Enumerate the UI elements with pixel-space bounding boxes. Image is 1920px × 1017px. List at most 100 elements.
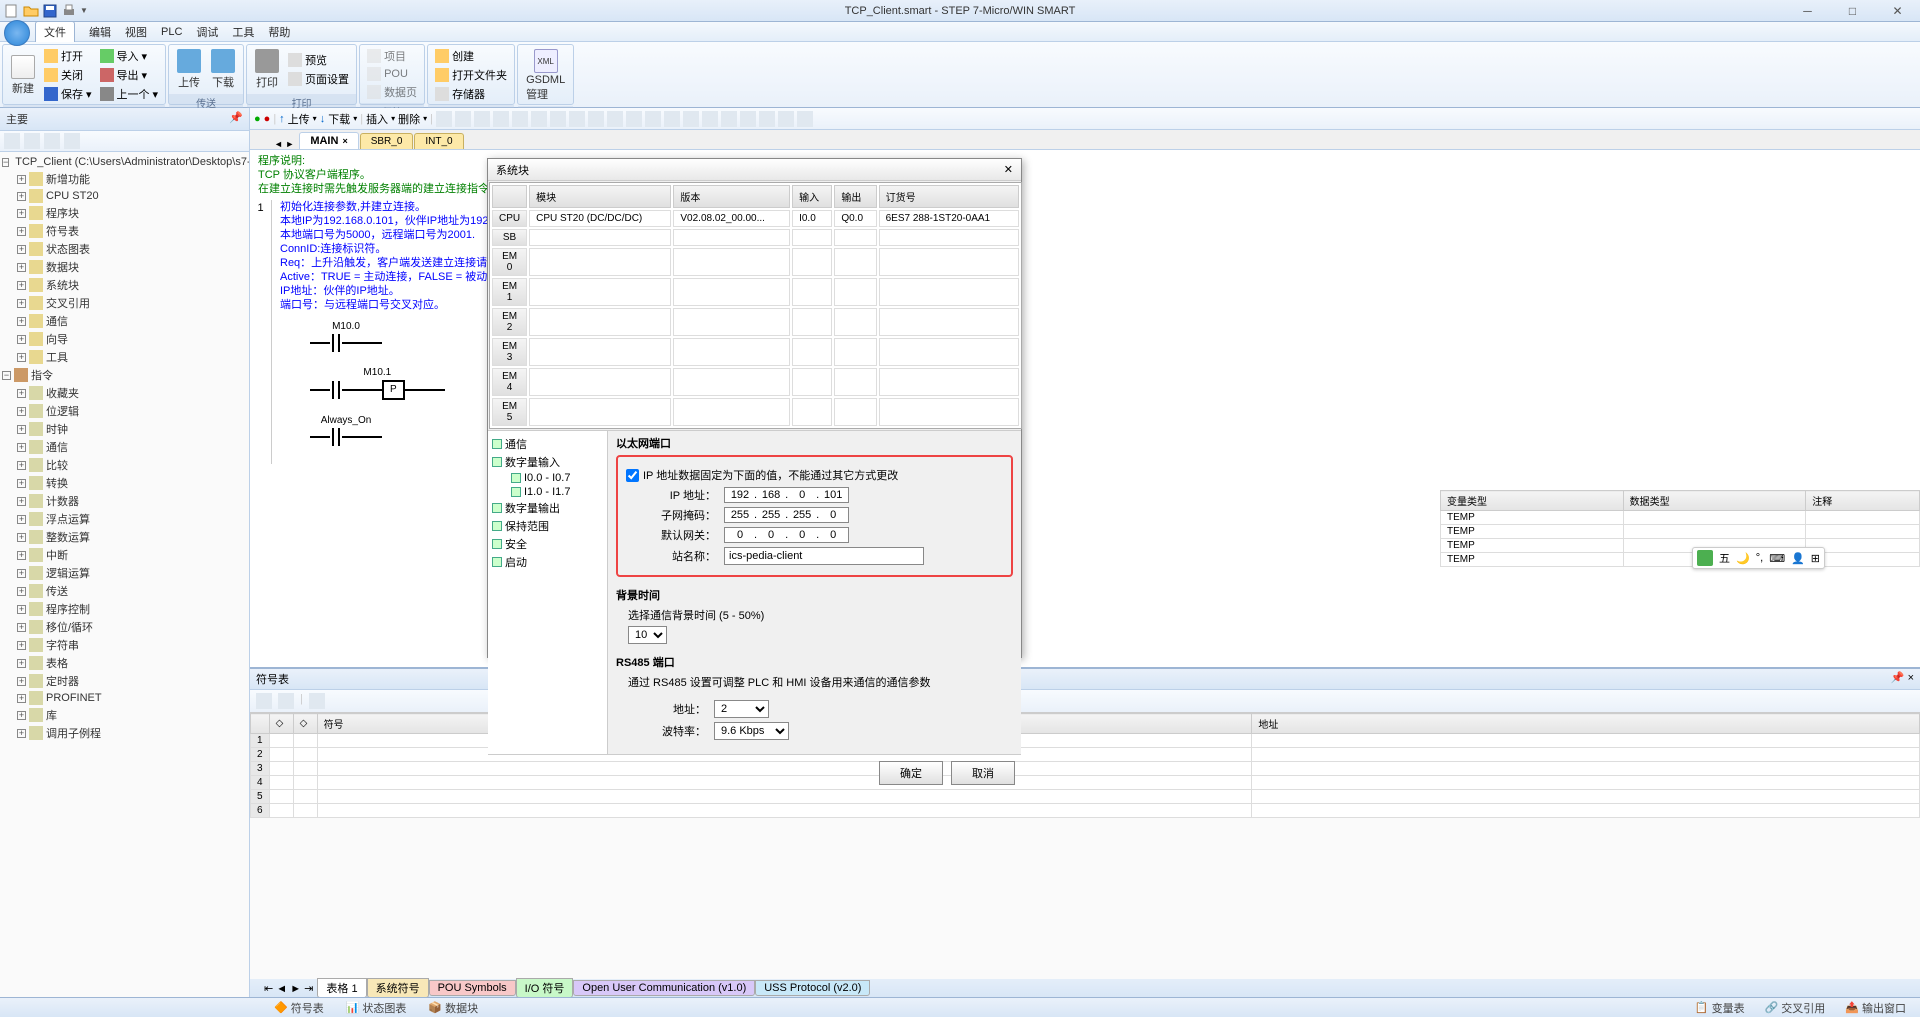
status-xref[interactable]: 🔗交叉引用 — [1759, 1000, 1832, 1016]
tree-item[interactable]: +向导 — [2, 330, 247, 348]
tb-icon[interactable] — [778, 111, 794, 127]
tree-item[interactable]: +交叉引用 — [2, 294, 247, 312]
ip-fixed-checkbox[interactable] — [626, 469, 639, 482]
ip-octet[interactable] — [788, 489, 816, 501]
table-row[interactable]: SB — [492, 229, 1019, 246]
gateway-input[interactable]: ... — [724, 527, 849, 543]
tab-nav-icon[interactable]: ⇤ ◄ ► ⇥ — [260, 982, 317, 995]
bgtime-select[interactable]: 10 — [628, 626, 667, 644]
import-button[interactable]: 导入▾ — [97, 47, 162, 65]
tree-item[interactable]: +库 — [2, 706, 247, 724]
ime-person-icon[interactable]: 👤 — [1791, 552, 1805, 565]
table-row[interactable]: TEMP — [1441, 553, 1920, 567]
subnet-mask-input[interactable]: ... — [724, 507, 849, 523]
sym-tool-icon[interactable] — [309, 693, 325, 709]
tree-item[interactable]: +通信 — [2, 438, 247, 456]
tb-icon[interactable] — [455, 111, 471, 127]
tree-item[interactable]: +CPU ST20 — [2, 188, 247, 204]
tb-icon[interactable] — [588, 111, 604, 127]
tree-item[interactable]: +新增功能 — [2, 170, 247, 188]
qat-open-icon[interactable] — [23, 3, 39, 19]
tree-item[interactable]: +转换 — [2, 474, 247, 492]
dialog-close-icon[interactable]: ✕ — [1004, 163, 1013, 176]
close-button[interactable]: ✕ — [1875, 0, 1920, 22]
tree-item[interactable]: +表格 — [2, 654, 247, 672]
tb-download-icon[interactable]: ↓ — [320, 113, 326, 125]
panel-pin-icon[interactable]: 📌 — [1891, 672, 1905, 684]
tree-item[interactable]: +符号表 — [2, 222, 247, 240]
qat-save-icon[interactable] — [42, 3, 58, 19]
tab-nav-icon[interactable]: ◄ ► — [270, 139, 298, 149]
tree-item[interactable]: +比较 — [2, 456, 247, 474]
menu-file[interactable]: 文件 — [35, 21, 75, 42]
tree-item[interactable]: +字符串 — [2, 636, 247, 654]
tool-icon[interactable] — [4, 133, 20, 149]
tree-instructions[interactable]: −指令 — [2, 366, 247, 384]
gsdml-button[interactable]: XMLGSDML 管理 — [522, 47, 569, 104]
symtab-tab6[interactable]: USS Protocol (v2.0) — [755, 980, 870, 996]
rs485-addr-select[interactable]: 2 — [714, 700, 769, 718]
symtab-tab1[interactable]: 表格 1 — [317, 978, 366, 998]
tree-root[interactable]: −TCP_Client (C:\Users\Administrator\Desk… — [2, 154, 247, 170]
status-data[interactable]: 📦数据块 — [422, 1000, 484, 1016]
ip-octet[interactable] — [819, 489, 847, 501]
menu-debug[interactable]: 调试 — [196, 24, 218, 40]
rs485-baud-select[interactable]: 9.6 Kbps — [714, 722, 789, 740]
menu-view[interactable]: 视图 — [125, 24, 147, 40]
tb-delete-label[interactable]: 删除 — [398, 111, 420, 127]
cancel-button[interactable]: 取消 — [951, 761, 1015, 785]
dialog-nav-tree[interactable]: 通信数字量输入I0.0 - I0.7I1.0 - I1.7数字量输出保持范围安全… — [488, 431, 608, 754]
qat-dropdown-icon[interactable]: ▼ — [80, 6, 88, 15]
panel-pin-icon[interactable]: 📌 — [229, 111, 243, 127]
table-row[interactable]: EM 3 — [492, 338, 1019, 366]
tree-item[interactable]: +状态图表 — [2, 240, 247, 258]
tree-item[interactable]: +调用子例程 — [2, 724, 247, 742]
tree-item[interactable]: +中断 — [2, 546, 247, 564]
tb-icon[interactable] — [512, 111, 528, 127]
table-row[interactable]: EM 0 — [492, 248, 1019, 276]
ip-octet[interactable] — [726, 509, 754, 521]
tb-icon[interactable] — [474, 111, 490, 127]
ip-octet[interactable] — [726, 489, 754, 501]
ime-kbd-icon[interactable]: ⌨ — [1769, 552, 1785, 565]
tool-icon[interactable] — [64, 133, 80, 149]
tree-item[interactable]: +工具 — [2, 348, 247, 366]
table-row[interactable]: EM 2 — [492, 308, 1019, 336]
symtab-tab2[interactable]: 系统符号 — [367, 978, 429, 998]
dialog-tree-item[interactable]: 数字量输入 — [492, 453, 603, 471]
save-button[interactable]: 保存▾ — [41, 85, 95, 103]
tb-icon[interactable] — [759, 111, 775, 127]
table-row[interactable]: CPUCPU ST20 (DC/DC/DC)V02.08.02_00.00...… — [492, 210, 1019, 227]
ime-toolbar[interactable]: 五 🌙 °, ⌨ 👤 ⊞ — [1692, 547, 1825, 569]
table-row[interactable]: EM 5 — [492, 398, 1019, 426]
tab-int[interactable]: INT_0 — [414, 133, 463, 149]
tb-icon[interactable] — [645, 111, 661, 127]
tree-item[interactable]: +计数器 — [2, 492, 247, 510]
station-name-input[interactable] — [724, 547, 924, 565]
print-button[interactable]: 打印 — [251, 47, 283, 92]
memory-button[interactable]: 存储器 — [432, 85, 510, 103]
symtab-tab3[interactable]: POU Symbols — [429, 980, 516, 996]
create-button[interactable]: 创建 — [432, 47, 510, 65]
open-button[interactable]: 打开 — [41, 47, 95, 65]
ime-grid-icon[interactable]: ⊞ — [1811, 552, 1820, 565]
sym-tool-icon[interactable] — [256, 693, 272, 709]
symtab-tab5[interactable]: Open User Communication (v1.0) — [573, 980, 755, 996]
ip-octet[interactable] — [788, 529, 816, 541]
export-button[interactable]: 导出▾ — [97, 66, 162, 84]
tree-item[interactable]: +移位/循环 — [2, 618, 247, 636]
close-file-button[interactable]: 关闭 — [41, 66, 95, 84]
run-icon[interactable]: ● — [254, 113, 261, 125]
dialog-tree-item[interactable]: 数字量输出 — [492, 499, 603, 517]
tb-icon[interactable] — [607, 111, 623, 127]
tree-item[interactable]: +时钟 — [2, 420, 247, 438]
tb-icon[interactable] — [436, 111, 452, 127]
tool-icon[interactable] — [24, 133, 40, 149]
tb-icon[interactable] — [664, 111, 680, 127]
status-varlist[interactable]: 📋变量表 — [1689, 1000, 1751, 1016]
tb-upload-icon[interactable]: ↑ — [279, 113, 285, 125]
dialog-tree-item[interactable]: 启动 — [492, 553, 603, 571]
tree-item[interactable]: +程序控制 — [2, 600, 247, 618]
page-setup-button[interactable]: 页面设置 — [285, 70, 352, 88]
ok-button[interactable]: 确定 — [879, 761, 943, 785]
